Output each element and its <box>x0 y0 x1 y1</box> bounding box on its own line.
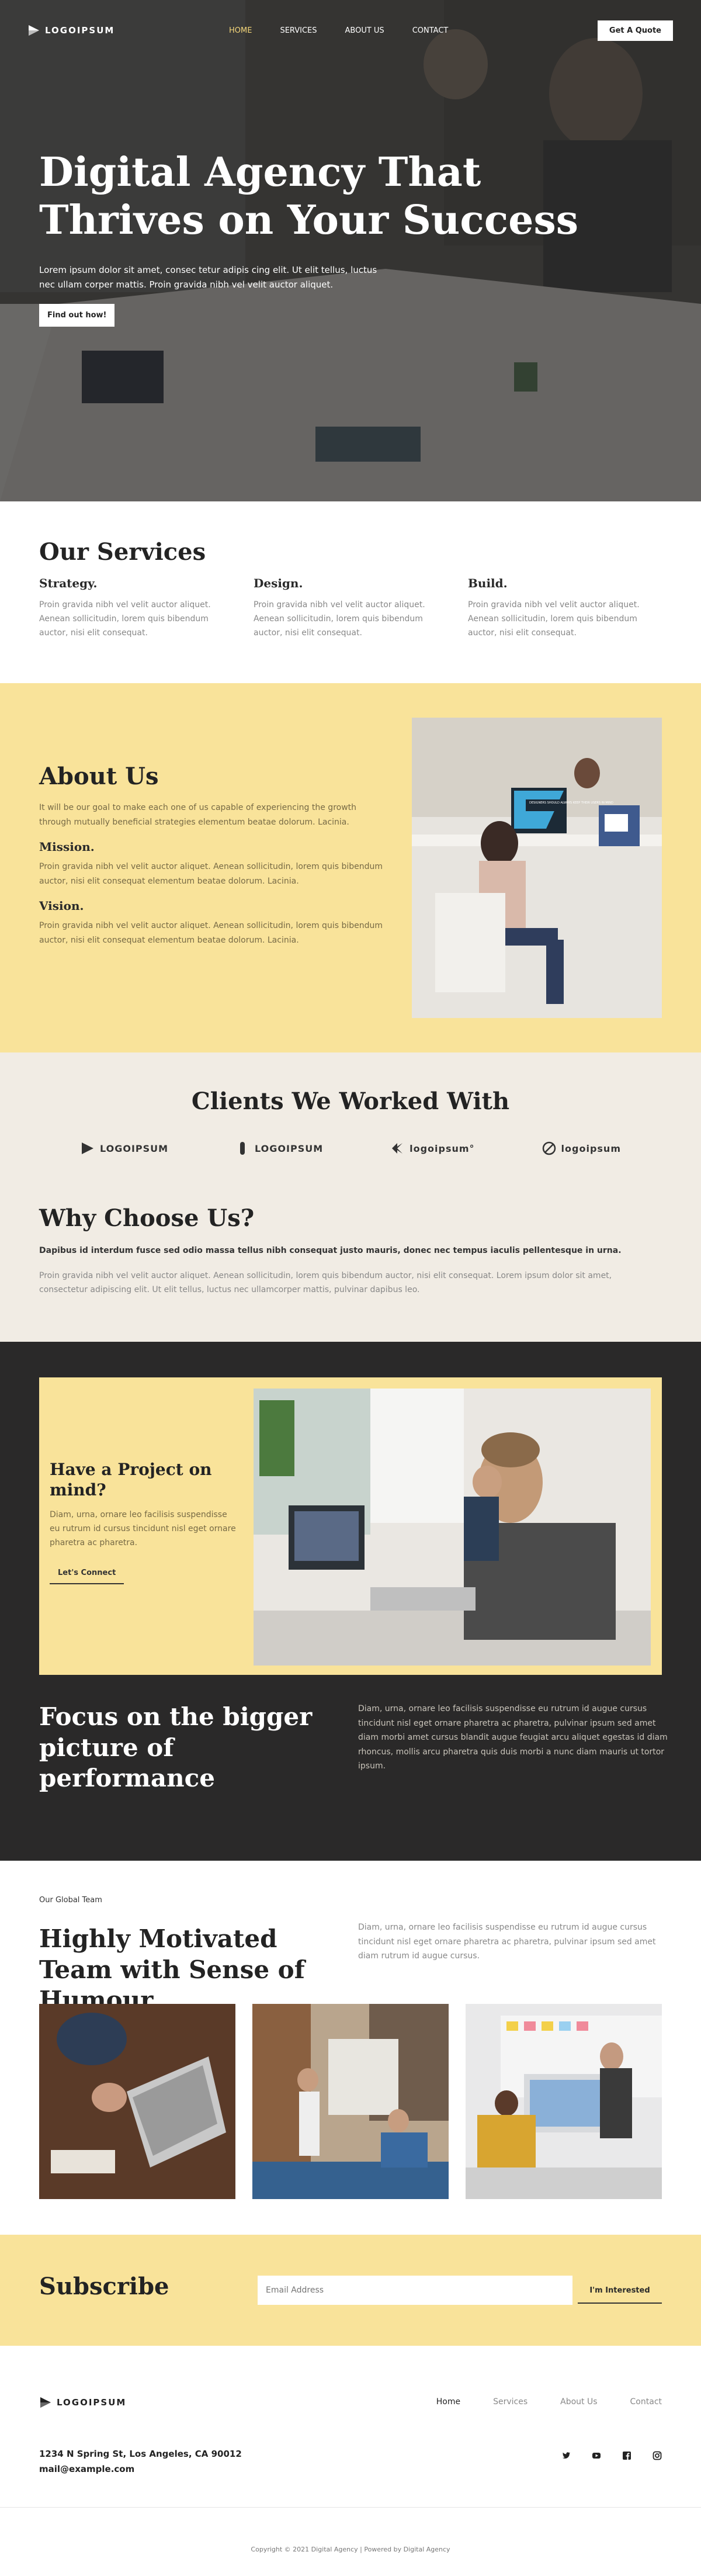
client-logo-mark-icon <box>81 1142 93 1154</box>
about-intro: It will be our goal to make each one of … <box>39 803 357 827</box>
clients-section: Clients We Worked With LOGOIPSUM LOGOIPS… <box>0 1052 701 1193</box>
service-item: Build. Proin gravida nibh vel velit auct… <box>468 576 650 640</box>
footer-link-home[interactable]: Home <box>436 2397 460 2407</box>
subscribe-title: Subscribe <box>39 2273 169 2300</box>
email-input[interactable] <box>258 2276 572 2305</box>
get-quote-button[interactable]: Get A Quote <box>597 20 673 41</box>
project-team-photo <box>254 1389 651 1666</box>
why-title: Why Choose Us? <box>39 1204 255 1232</box>
why-choose-us-section: Why Choose Us? Dapibus id interdum fusce… <box>0 1193 701 1342</box>
instagram-icon[interactable] <box>653 2451 662 2460</box>
about-section: About Us It will be our goal to make eac… <box>0 683 701 1052</box>
team-text: Diam, urna, ornare leo facilisis suspend… <box>358 1923 656 1961</box>
find-out-how-button[interactable]: Find out how! <box>39 303 115 327</box>
services-section: Our Services Strategy. Proin gravida nib… <box>0 501 701 683</box>
service-text: Proin gravida nibh vel velit auctor aliq… <box>39 600 211 638</box>
about-title: About Us <box>39 763 159 790</box>
service-title: Strategy. <box>39 576 98 590</box>
email-line: mail@example.com <box>39 2464 135 2475</box>
nav-link-contact[interactable]: CONTACT <box>412 26 449 35</box>
project-title: Have a Project on mind? <box>50 1460 212 1500</box>
why-body: Proin gravida nibh vel velit auctor aliq… <box>39 1271 612 1294</box>
client-logo: logoipsum° <box>390 1141 474 1156</box>
footer-link-contact[interactable]: Contact <box>630 2397 662 2407</box>
footer-address: 1234 N Spring St, Los Angeles, CA 90012 … <box>39 2446 242 2477</box>
client-logo-text: LOGOIPSUM <box>99 1142 169 1154</box>
youtube-icon[interactable] <box>592 2451 601 2460</box>
hero-content: Digital Agency That Thrives on Your Succ… <box>39 149 623 327</box>
client-logo-mark-icon <box>240 1142 245 1155</box>
footer: LOGOIPSUM Home Services About Us Contact… <box>0 2346 701 2507</box>
team-photo-meeting <box>252 2004 449 2199</box>
service-text: Proin gravida nibh vel velit auctor aliq… <box>254 600 425 638</box>
footer-menu: Home Services About Us Contact <box>436 2397 662 2407</box>
clients-title: Clients We Worked With <box>191 1088 510 1115</box>
facebook-icon[interactable] <box>622 2451 631 2460</box>
vision-title: Vision. <box>39 899 84 913</box>
top-navigation: LOGOIPSUM HOME SERVICES ABOUT US CONTACT… <box>27 19 673 41</box>
mission-text: Proin gravida nibh vel velit auctor aliq… <box>39 862 383 886</box>
team-section: Our Global Team Highly Motivated Team wi… <box>0 1861 701 2235</box>
mission-title: Mission. <box>39 840 95 854</box>
client-logo: logoipsum <box>542 1141 621 1156</box>
focus-section: Focus on the bigger picture of performan… <box>0 1684 701 1861</box>
team-photo-laptop <box>39 2004 235 2199</box>
client-logo: LOGOIPSUM <box>80 1141 168 1156</box>
client-logo-text: logoipsum <box>561 1142 621 1154</box>
hero-title: Digital Agency That Thrives on Your Succ… <box>39 149 623 244</box>
nav-link-home[interactable]: HOME <box>229 26 252 35</box>
client-logo: LOGOIPSUM <box>235 1141 323 1156</box>
why-lead: Dapibus id interdum fusce sed odio massa… <box>39 1246 622 1255</box>
client-logo-text: logoipsum° <box>410 1142 475 1154</box>
logo-text: LOGOIPSUM <box>45 25 115 36</box>
client-logo-mark-icon <box>392 1143 403 1154</box>
lets-connect-button[interactable]: Let's Connect <box>50 1563 124 1585</box>
twitter-icon[interactable] <box>561 2451 571 2460</box>
service-item: Design. Proin gravida nibh vel velit auc… <box>254 576 436 640</box>
service-item: Strategy. Proin gravida nibh vel velit a… <box>39 576 221 640</box>
address-line: 1234 N Spring St, Los Angeles, CA 90012 <box>39 2449 242 2459</box>
footer-logo-text: LOGOIPSUM <box>57 2397 127 2408</box>
project-text: Diam, urna, ornare leo facilisis suspend… <box>50 1510 236 1547</box>
hero-title-line1: Digital Agency That <box>39 149 481 196</box>
service-text: Proin gravida nibh vel velit auctor aliq… <box>468 600 640 638</box>
client-logos: LOGOIPSUM LOGOIPSUM logoipsum° logoipsum <box>47 1141 654 1156</box>
client-logo-text: LOGOIPSUM <box>255 1142 324 1154</box>
hero-section: LOGOIPSUM HOME SERVICES ABOUT US CONTACT… <box>0 0 701 501</box>
nav-link-about[interactable]: ABOUT US <box>345 26 384 35</box>
about-photo-screen-text: DESIGNERS SHOULD ALWAYS KEEP THEIR USERS… <box>529 801 613 805</box>
project-section: Have a Project on mind? Diam, urna, orna… <box>0 1342 701 1684</box>
logo-mark-icon <box>29 25 39 36</box>
team-eyebrow: Our Global Team <box>39 1896 102 1905</box>
focus-text: Diam, urna, ornare leo facilisis suspend… <box>358 1704 668 1771</box>
footer-logo[interactable]: LOGOIPSUM <box>39 2396 126 2409</box>
footer-link-about[interactable]: About Us <box>560 2397 597 2407</box>
service-title: Design. <box>254 576 303 590</box>
nav-link-services[interactable]: SERVICES <box>280 26 317 35</box>
services-title: Our Services <box>39 538 206 566</box>
client-logo-mark-icon <box>542 1141 556 1155</box>
logo-mark-icon <box>40 2397 51 2408</box>
hero-title-line2: Thrives on Your Success <box>39 196 579 244</box>
project-card: Have a Project on mind? Diam, urna, orna… <box>39 1377 662 1675</box>
footer-link-services[interactable]: Services <box>493 2397 528 2407</box>
project-text-block: Have a Project on mind? Diam, urna, orna… <box>50 1459 248 1585</box>
focus-title: Focus on the bigger picture of performan… <box>39 1702 313 1792</box>
site-logo[interactable]: LOGOIPSUM <box>27 24 114 37</box>
about-text-block: About Us It will be our goal to make eac… <box>39 763 387 947</box>
team-title: Highly Motivated Team with Sense of Humo… <box>39 1924 305 2014</box>
subscribe-section: Subscribe I'm Interested <box>0 2235 701 2346</box>
main-menu: HOME SERVICES ABOUT US CONTACT <box>229 26 448 35</box>
copyright-bar: Copyright © 2021 Digital Agency | Powere… <box>0 2507 701 2567</box>
copyright-text: Copyright © 2021 Digital Agency | Powere… <box>251 2546 450 2553</box>
vision-text: Proin gravida nibh vel velit auctor aliq… <box>39 921 383 945</box>
about-office-photo: DESIGNERS SHOULD ALWAYS KEEP THEIR USERS… <box>412 718 662 1018</box>
team-photo-whiteboard <box>466 2004 662 2199</box>
im-interested-button[interactable]: I'm Interested <box>578 2280 662 2304</box>
social-links <box>561 2451 662 2460</box>
hero-text: Lorem ipsum dolor sit amet, consec tetur… <box>39 265 377 290</box>
service-title: Build. <box>468 576 508 590</box>
services-grid: Strategy. Proin gravida nibh vel velit a… <box>39 576 662 640</box>
